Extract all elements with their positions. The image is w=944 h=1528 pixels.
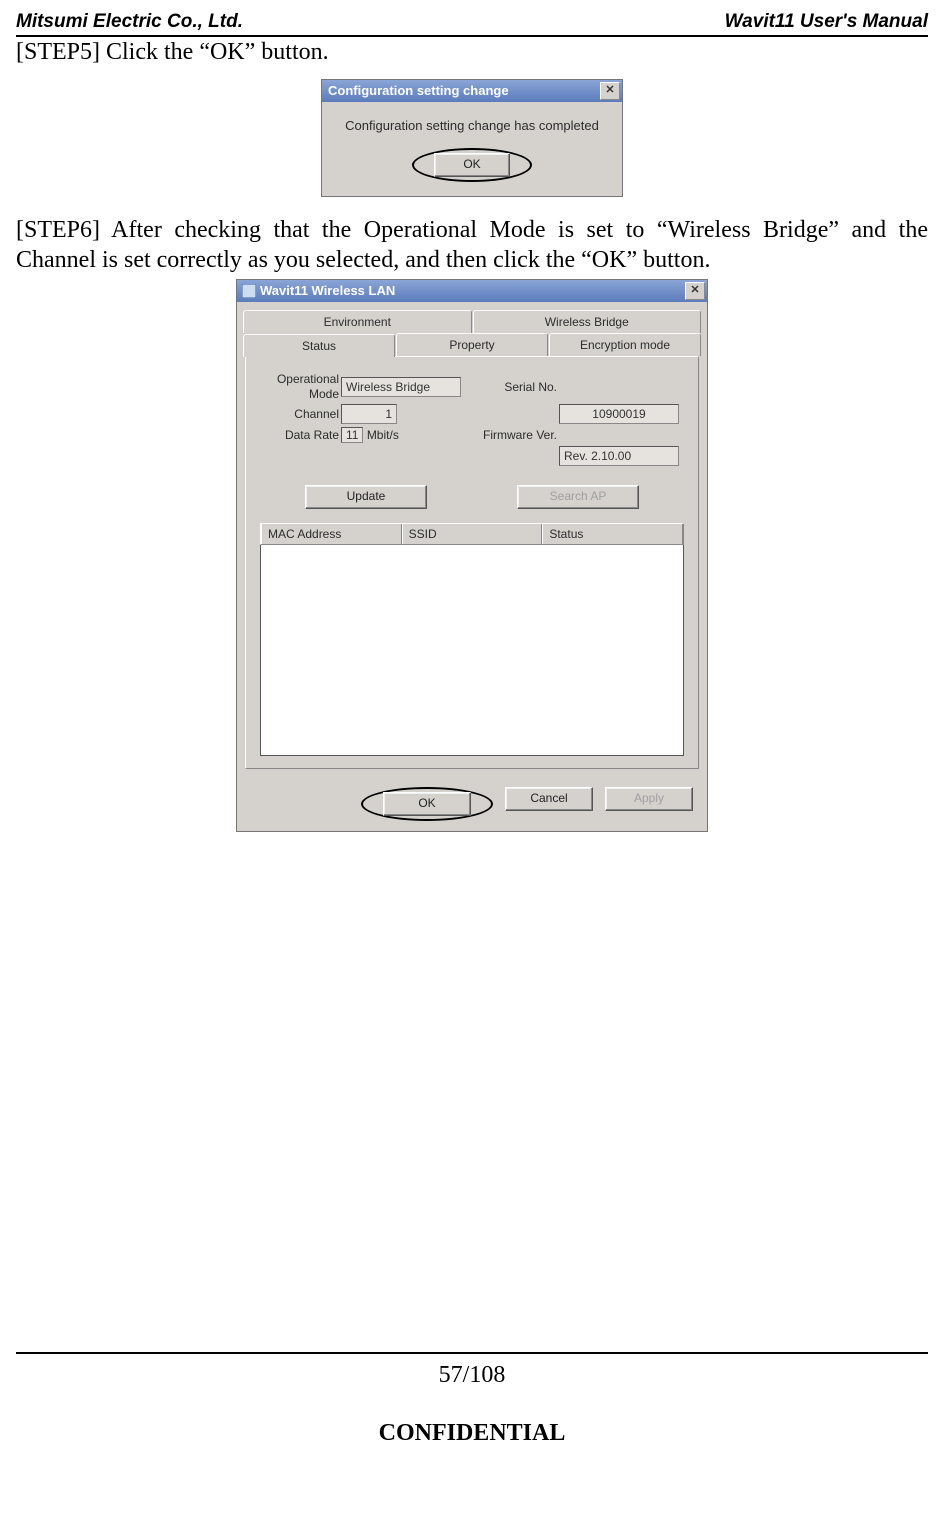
label-op-mode: Operational Mode — [260, 371, 340, 403]
ok-button[interactable]: OK — [383, 792, 471, 816]
highlight-oval: OK — [412, 148, 532, 182]
apply-button[interactable]: Apply — [605, 787, 693, 811]
ap-list[interactable] — [260, 545, 684, 756]
highlight-oval: OK — [361, 787, 493, 821]
tab-status[interactable]: Status — [243, 334, 395, 357]
close-icon[interactable]: ✕ — [685, 282, 705, 300]
value-datarate: 11 — [341, 427, 363, 443]
label-datarate: Data Rate — [260, 425, 340, 445]
value-serial: 10900019 — [559, 404, 679, 424]
dialog2-title: Wavit11 Wireless LAN — [256, 283, 685, 299]
step5-text: [STEP5] Click the “OK” button. — [16, 37, 928, 67]
update-button[interactable]: Update — [305, 485, 427, 509]
search-ap-button[interactable]: Search AP — [517, 485, 639, 509]
tab-environment[interactable]: Environment — [243, 310, 472, 333]
col-ssid[interactable]: SSID — [402, 524, 543, 544]
value-channel: 1 — [341, 404, 397, 424]
step6-text: [STEP6] After checking that the Operatio… — [16, 215, 928, 275]
header-company: Mitsumi Electric Co., Ltd. — [16, 10, 243, 34]
tab-wireless-bridge[interactable]: Wireless Bridge — [473, 310, 702, 333]
label-serial: Serial No. — [466, 371, 558, 403]
header-manual: Wavit11 User's Manual — [725, 10, 928, 34]
dialog1-message: Configuration setting change has complet… — [332, 118, 612, 134]
value-op-mode: Wireless Bridge — [341, 377, 461, 397]
list-header: MAC Address SSID Status — [260, 523, 684, 545]
value-firmware: Rev. 2.10.00 — [559, 446, 679, 466]
tab-property[interactable]: Property — [396, 333, 548, 356]
page-number: 57/108 — [16, 1360, 928, 1390]
app-icon — [242, 284, 256, 298]
confidential-label: CONFIDENTIAL — [16, 1418, 928, 1448]
dialog-wireless-lan: Wavit11 Wireless LAN ✕ Environment Wirel… — [236, 279, 708, 832]
label-channel: Channel — [260, 403, 340, 425]
tab-encryption[interactable]: Encryption mode — [549, 333, 701, 356]
col-status[interactable]: Status — [542, 524, 683, 544]
unit-mbits: Mbit/s — [367, 428, 399, 442]
close-icon[interactable]: ✕ — [600, 82, 620, 100]
col-mac[interactable]: MAC Address — [261, 524, 402, 544]
label-firmware: Firmware Ver. — [466, 425, 558, 445]
cancel-button[interactable]: Cancel — [505, 787, 593, 811]
dialog1-title: Configuration setting change — [324, 83, 600, 99]
ok-button[interactable]: OK — [434, 153, 510, 177]
dialog-config-change: Configuration setting change ✕ Configura… — [321, 79, 623, 197]
